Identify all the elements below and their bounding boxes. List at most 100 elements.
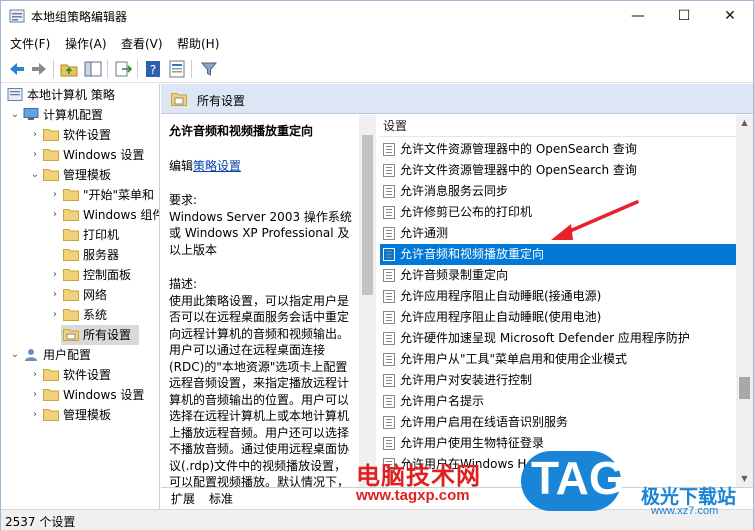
tab-extended[interactable]: 扩展 bbox=[167, 490, 199, 508]
list-item-label: 允许消息服务云同步 bbox=[400, 184, 509, 198]
menu-view[interactable]: 查看(V) bbox=[121, 35, 163, 52]
list-item[interactable]: 允许用户从"工具"菜单启用和使用企业模式 bbox=[380, 349, 736, 370]
tree-label: 打印机 bbox=[83, 228, 120, 242]
list-item-label: 允许通测 bbox=[400, 226, 449, 240]
chevron-down-icon[interactable]: ⌄ bbox=[9, 345, 21, 365]
scroll-up-icon[interactable]: ▲ bbox=[736, 115, 753, 131]
tree-item-all-settings[interactable]: 所有设置 bbox=[61, 325, 139, 345]
user-icon bbox=[25, 349, 37, 361]
tab-standard[interactable]: 标准 bbox=[205, 490, 237, 508]
tree-label: 服务器 bbox=[83, 248, 120, 262]
details-title: 所有设置 bbox=[197, 94, 246, 108]
list-item-label: 允许用户对安装进行控制 bbox=[400, 373, 533, 387]
list-item[interactable]: 允许应用程序阻止自动睡眠(接通电源) bbox=[380, 286, 736, 307]
requirements-text: Windows Server 2003 操作系统或 Windows XP Pro… bbox=[169, 209, 352, 257]
folder-icon bbox=[43, 149, 59, 161]
tree-label: 本地计算机 策略 bbox=[27, 88, 115, 102]
menu-action[interactable]: 操作(A) bbox=[65, 35, 107, 52]
help-icon[interactable]: ? bbox=[143, 59, 163, 79]
list-item[interactable]: 允许文件资源管理器中的 OpenSearch 查询 bbox=[380, 139, 736, 160]
list-item-label: 允许应用程序阻止自动睡眠(使用电池) bbox=[400, 310, 602, 324]
policy-title: 允许音频和视频播放重定向 bbox=[169, 124, 314, 138]
chevron-right-icon[interactable]: › bbox=[49, 305, 61, 325]
minimize-button[interactable]: — bbox=[615, 1, 661, 31]
up-folder-icon[interactable] bbox=[59, 59, 79, 79]
policy-setting-icon bbox=[383, 353, 395, 366]
list-item-label: 允许文件资源管理器中的 OpenSearch 查询 bbox=[400, 142, 637, 156]
edit-prefix: 编辑 bbox=[169, 158, 194, 173]
chevron-right-icon[interactable]: › bbox=[29, 385, 41, 405]
scroll-down-icon[interactable]: ▼ bbox=[736, 471, 753, 487]
chevron-right-icon[interactable]: › bbox=[29, 145, 41, 165]
chevron-right-icon[interactable]: › bbox=[29, 125, 41, 145]
list-item[interactable]: 允许文件资源管理器中的 OpenSearch 查询 bbox=[380, 160, 736, 181]
folder-icon bbox=[63, 309, 79, 321]
edit-policy-link[interactable]: 策略设置 bbox=[193, 159, 241, 173]
details-pane: 所有设置 允许音频和视频播放重定向 编辑策略设置 要求: Windows Ser… bbox=[161, 84, 753, 509]
chevron-right-icon[interactable]: › bbox=[49, 285, 61, 305]
column-header-setting[interactable]: 设置 bbox=[380, 115, 736, 137]
export-list-icon[interactable] bbox=[113, 59, 133, 79]
folder-icon bbox=[43, 409, 59, 421]
window-title: 本地组策略编辑器 bbox=[31, 10, 128, 24]
computer-policy-icon bbox=[7, 88, 23, 101]
list-item-label: 允许用户名提示 bbox=[400, 394, 485, 408]
policy-setting-icon bbox=[383, 185, 395, 198]
filter-icon[interactable] bbox=[199, 59, 219, 79]
chevron-right-icon[interactable]: › bbox=[29, 365, 41, 385]
tree-label: Windows 设置 bbox=[63, 388, 145, 402]
tree-label: 系统 bbox=[83, 308, 108, 322]
list-item[interactable]: 允许音频录制重定向 bbox=[380, 265, 736, 286]
folder-icon bbox=[63, 229, 79, 241]
folder-icon bbox=[63, 209, 79, 221]
back-icon[interactable] bbox=[7, 59, 27, 79]
chevron-down-icon[interactable]: ⌄ bbox=[29, 165, 41, 185]
list-scrollbar[interactable]: ▲ ▼ bbox=[736, 115, 753, 487]
chevron-right-icon[interactable]: › bbox=[49, 205, 61, 225]
list-item[interactable]: 允许应用程序阻止自动睡眠(使用电池) bbox=[380, 307, 736, 328]
close-button[interactable]: ✕ bbox=[707, 1, 753, 31]
policy-setting-icon bbox=[383, 269, 395, 282]
chevron-right-icon[interactable]: › bbox=[29, 405, 41, 425]
toolbar-separator bbox=[53, 60, 54, 78]
tag-logo-text: TAG bbox=[531, 452, 625, 504]
policy-setting-icon bbox=[383, 143, 395, 156]
list-item[interactable]: 允许音频和视频播放重定向 bbox=[380, 244, 736, 265]
tree-label: 用户配置 bbox=[43, 348, 92, 362]
properties-icon[interactable] bbox=[167, 59, 187, 79]
list-item-label: 允许文件资源管理器中的 OpenSearch 查询 bbox=[400, 163, 637, 177]
tree-label: 计算机配置 bbox=[43, 108, 104, 122]
menu-file[interactable]: 文件(F) bbox=[10, 35, 50, 52]
show-hide-tree-icon[interactable] bbox=[83, 59, 103, 79]
scrollbar-thumb[interactable] bbox=[739, 377, 750, 399]
chevron-right-icon[interactable]: › bbox=[49, 185, 61, 205]
menu-help[interactable]: 帮助(H) bbox=[177, 35, 219, 52]
list-item[interactable]: 允许硬件加速呈现 Microsoft Defender 应用程序防护 bbox=[380, 328, 736, 349]
tree-label: 控制面板 bbox=[83, 268, 132, 282]
list-item[interactable]: 允许用户启用在线语音识别服务 bbox=[380, 412, 736, 433]
list-item-label: 允许用户启用在线语音识别服务 bbox=[400, 415, 569, 429]
scrollbar-thumb[interactable] bbox=[362, 135, 373, 295]
annotation-arrow bbox=[551, 200, 639, 240]
toolbar: ? bbox=[1, 55, 753, 83]
chevron-down-icon[interactable]: ⌄ bbox=[9, 105, 21, 125]
folder-open-icon bbox=[43, 169, 59, 181]
description-scrollbar[interactable] bbox=[359, 115, 376, 487]
list-item-label: 允许修剪已公布的打印机 bbox=[400, 205, 533, 219]
policy-setting-icon bbox=[383, 248, 395, 261]
list-item-label: 允许硬件加速呈现 Microsoft Defender 应用程序防护 bbox=[400, 331, 690, 345]
policy-setting-icon bbox=[383, 374, 395, 387]
all-settings-icon bbox=[171, 93, 187, 106]
tree-pane: 本地计算机 策略 ⌄ 计算机配置 › 软件设置 › Windows 设置 ⌄ 管… bbox=[1, 84, 160, 509]
forward-icon[interactable] bbox=[29, 59, 49, 79]
list-item[interactable]: 允许用户名提示 bbox=[380, 391, 736, 412]
all-settings-icon bbox=[63, 329, 79, 341]
policy-setting-icon bbox=[383, 164, 395, 177]
folder-icon bbox=[63, 269, 79, 281]
folder-icon bbox=[43, 389, 59, 401]
maximize-button[interactable]: ☐ bbox=[661, 1, 707, 31]
list-item-label: 允许应用程序阻止自动睡眠(接通电源) bbox=[400, 289, 602, 303]
chevron-right-icon[interactable]: › bbox=[49, 265, 61, 285]
list-item[interactable]: 允许用户对安装进行控制 bbox=[380, 370, 736, 391]
policy-setting-icon bbox=[383, 206, 395, 219]
